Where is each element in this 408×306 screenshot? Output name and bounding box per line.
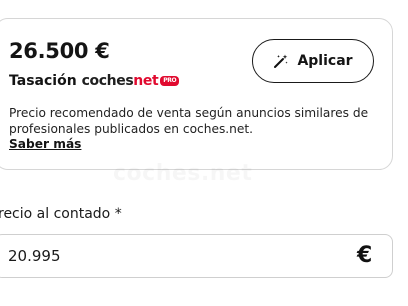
cash-price-field[interactable]: € (0, 234, 393, 278)
apply-button-label: Aplicar (297, 53, 353, 69)
apply-button[interactable]: Aplicar (252, 39, 374, 83)
valuation-source: Tasación coches net PRO (9, 71, 180, 91)
cochesnet-pro-logo: coches net PRO (82, 73, 180, 89)
valuation-card: 26.500 € Tasación coches net PRO Aplicar P… (0, 18, 393, 170)
brand-accent-text: net (133, 73, 159, 89)
valuation-label: Tasación (9, 73, 77, 89)
brand-main-text: coches (81, 73, 134, 89)
cash-price-input[interactable] (8, 235, 338, 277)
cochesnet-watermark: coches.net (113, 161, 252, 186)
euro-icon: € (357, 243, 373, 268)
learn-more-link[interactable]: Saber más (9, 137, 81, 151)
magic-wand-icon (274, 54, 289, 68)
brand-pro-badge: PRO (160, 76, 180, 86)
cash-price-label: recio al contado * (0, 206, 122, 222)
valuation-description: Precio recomendado de venta según anunci… (9, 106, 369, 136)
valuation-price: 26.500 € (9, 39, 110, 63)
